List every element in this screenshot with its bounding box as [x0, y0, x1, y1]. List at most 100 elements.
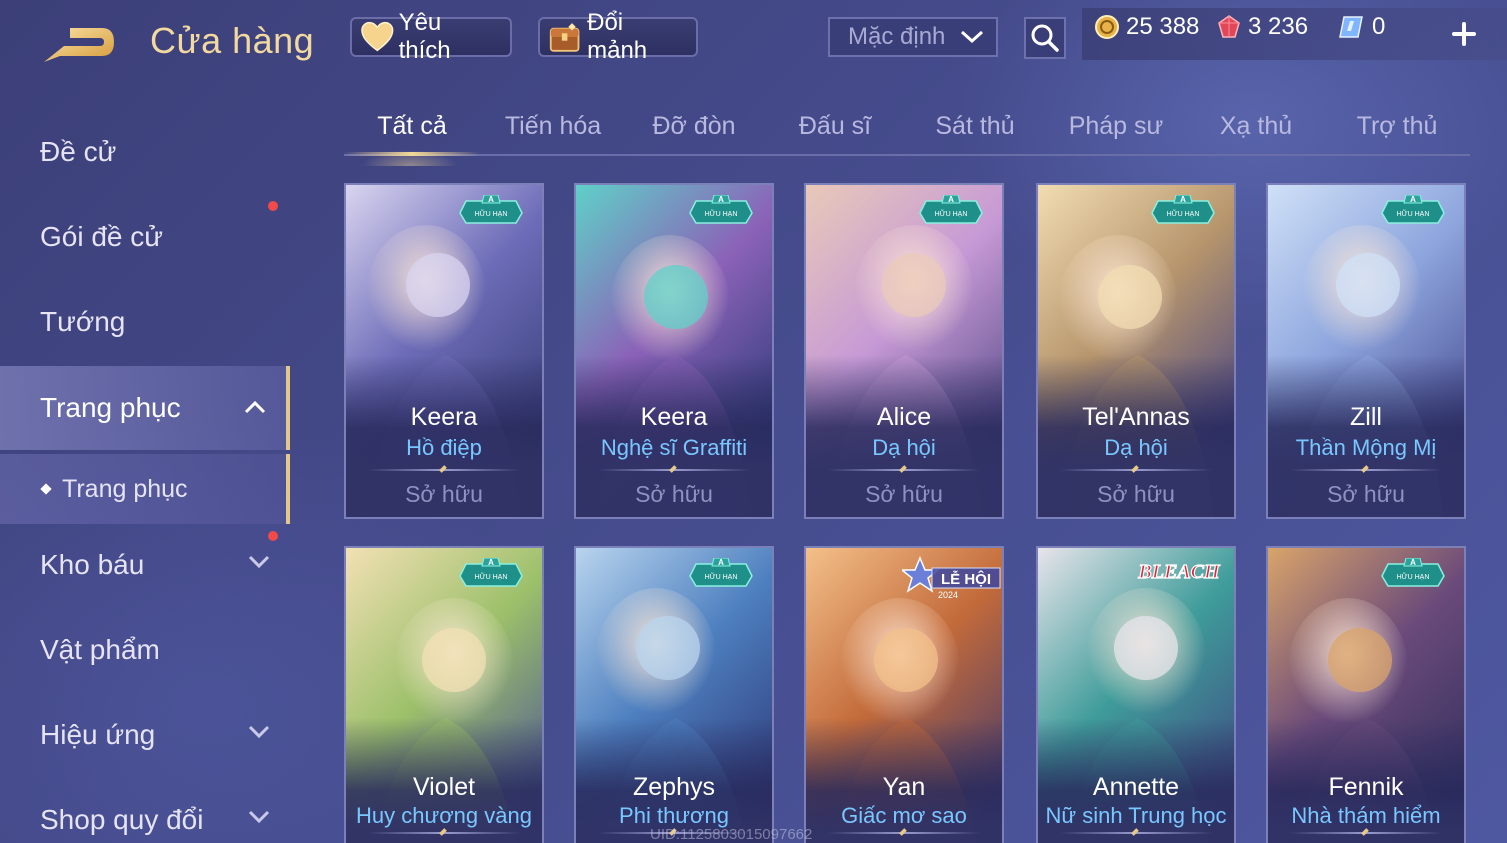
sidebar-item-label: Tướng: [40, 306, 126, 337]
sidebar-item-label: Kho báu: [40, 549, 145, 580]
limited-badge-text: HỮU HẠN: [1397, 209, 1430, 218]
sidebar-item-skins[interactable]: Trang phục: [0, 366, 290, 450]
hero-name: Fennik: [1328, 773, 1404, 801]
limited-badge-grade: A: [1410, 558, 1416, 567]
add-currency-button[interactable]: [1448, 18, 1480, 50]
uid-watermark: UID:1125803015097662: [650, 826, 813, 843]
top-bar: Cửa hàng Yêu thích Đổi mảnh Mặc định 25 …: [0, 0, 1507, 80]
tab-label: Tất cả: [377, 112, 447, 140]
tab-tank[interactable]: Đỡ đòn: [624, 112, 764, 141]
sidebar-subitem-skins[interactable]: Trang phục: [0, 454, 290, 524]
sidebar-item-exchange-shop[interactable]: Shop quy đổi: [0, 780, 290, 843]
skin-name: Dạ hội: [1104, 435, 1168, 460]
bleach-collab-icon: BLEACH: [1137, 560, 1222, 583]
limited-badge-grade: A: [1180, 195, 1186, 204]
chevron-down-icon: [248, 725, 270, 739]
skin-grid: A HỮU HẠN Keera Hồ điệp Sở hữu A HỮU HẠN…: [344, 183, 1474, 843]
sidebar-item-recommended-packs[interactable]: Gói đề cử: [0, 197, 290, 277]
limited-badge-text: HỮU HẠN: [475, 572, 508, 581]
exchange-label: Đổi mảnh: [587, 9, 648, 64]
skin-card[interactable]: A HỮU HẠN Tel'Annas Dạ hội Sở hữu: [1036, 183, 1236, 519]
limited-badge-icon: A HỮU HẠN: [919, 195, 983, 224]
tab-mage[interactable]: Pháp sư: [1046, 112, 1186, 141]
skin-card[interactable]: A HỮU HẠN Zephys Phi thương: [574, 546, 774, 843]
hero-name: Zill: [1350, 403, 1382, 431]
sidebar-item-label: Đề cử: [40, 136, 117, 167]
tab-label: Đỡ đòn: [652, 112, 736, 140]
skin-name: Nghệ sĩ Graffiti: [600, 435, 748, 460]
limited-badge-text: HỮU HẠN: [1167, 209, 1200, 218]
search-button[interactable]: [1024, 17, 1066, 59]
tab-label: Đấu sĩ: [798, 112, 872, 140]
ownership-status: Sở hữu: [865, 481, 943, 507]
voucher-currency: 0: [1338, 13, 1385, 41]
skin-card[interactable]: A HỮU HẠN Fennik Nhà thám hiểm: [1266, 546, 1466, 843]
notification-dot: [268, 531, 278, 541]
limited-badge-text: HỮU HẠN: [475, 209, 508, 218]
limited-badge-grade: A: [948, 195, 954, 204]
page-title: Cửa hàng: [150, 20, 315, 61]
limited-badge-icon: A HỮU HẠN: [1151, 195, 1215, 224]
gold-currency: 25 388: [1094, 13, 1199, 41]
notification-dot: [268, 201, 278, 211]
limited-badge-grade: A: [718, 195, 724, 204]
sidebar-item-label: Gói đề cử: [40, 221, 164, 252]
tab-label: Pháp sư: [1068, 112, 1164, 140]
ownership-status: Sở hữu: [405, 481, 483, 507]
limited-badge-text: HỮU HẠN: [705, 572, 738, 581]
skin-card[interactable]: A HỮU HẠN Zill Thần Mộng Mị Sở hữu: [1266, 183, 1466, 519]
sidebar-item-recommended[interactable]: Đề cử: [0, 112, 290, 192]
limited-badge-icon: A HỮU HẠN: [1381, 195, 1445, 224]
favorite-label: Yêu thích: [398, 9, 451, 64]
skin-card[interactable]: A HỮU HẠN Keera Nghệ sĩ Graffiti Sở hữu: [574, 183, 774, 519]
ruby-amount: 3 236: [1248, 13, 1309, 40]
skin-card[interactable]: BLEACH Annette Nữ sinh Trung học: [1036, 546, 1236, 843]
back-arrow-icon: [44, 28, 114, 62]
hero-name: Tel'Annas: [1082, 403, 1190, 431]
tab-evolution[interactable]: Tiến hóa: [483, 112, 623, 141]
ownership-status: Sở hữu: [1097, 481, 1175, 507]
exchange-fragments-button[interactable]: Đổi mảnh: [538, 9, 698, 64]
tab-support[interactable]: Trợ thủ: [1327, 112, 1467, 141]
hero-name: Alice: [876, 403, 932, 431]
favorite-button[interactable]: Yêu thích: [350, 9, 512, 64]
festival-badge-text: LỄ HỘI: [941, 570, 991, 588]
gold-amount: 25 388: [1126, 13, 1200, 40]
bleach-logo-text: BLEACH: [1137, 561, 1221, 583]
tab-assassin[interactable]: Sát thủ: [905, 112, 1045, 141]
sidebar-item-label: Trang phục: [62, 474, 188, 503]
limited-badge-text: HỮU HẠN: [705, 209, 738, 218]
chevron-up-icon: [244, 400, 266, 414]
limited-badge-grade: A: [488, 195, 494, 204]
sidebar-item-treasure[interactable]: Kho báu: [0, 525, 290, 605]
skin-name: Dạ hội: [872, 435, 936, 460]
tab-label: Trợ thủ: [1356, 112, 1438, 140]
skin-name: Thần Mộng Mị: [1295, 435, 1437, 460]
skin-card[interactable]: A HỮU HẠN Alice Dạ hội Sở hữu: [804, 183, 1004, 519]
limited-badge-grade: A: [1410, 195, 1416, 204]
chevron-down-icon: [960, 30, 984, 44]
limited-badge-icon: A HỮU HẠN: [689, 558, 753, 587]
back-button[interactable]: [40, 22, 120, 66]
skin-card[interactable]: A HỮU HẠN Violet Huy chương vàng: [344, 546, 544, 843]
skin-card[interactable]: A HỮU HẠN Keera Hồ điệp Sở hữu: [344, 183, 544, 519]
tab-label: Sát thủ: [935, 112, 1015, 140]
tab-fighter[interactable]: Đấu sĩ: [765, 112, 905, 141]
sort-dropdown[interactable]: Mặc định: [828, 17, 998, 57]
tab-all[interactable]: Tất cả: [342, 112, 482, 166]
category-tabs: Tất cả Tiến hóa Đỡ đòn Đấu sĩ Sát thủ Ph…: [342, 100, 1470, 166]
limited-badge-grade: A: [718, 558, 724, 567]
hero-name: Keera: [410, 403, 478, 431]
hero-name: Zephys: [633, 773, 715, 801]
skin-card[interactable]: LỄ HỘI 2024 Yan Giấc mơ sao: [804, 546, 1004, 843]
ownership-status: Sở hữu: [635, 481, 713, 507]
ownership-status: Sở hữu: [1327, 481, 1405, 507]
limited-badge-text: HỮU HẠN: [935, 209, 968, 218]
heart-icon: [361, 21, 394, 52]
sidebar-item-effects[interactable]: Hiệu ứng: [0, 695, 290, 775]
sidebar-item-items[interactable]: Vật phẩm: [0, 610, 290, 690]
sidebar-item-heroes[interactable]: Tướng: [0, 282, 290, 362]
skin-name: Huy chương vàng: [356, 803, 532, 828]
hero-name: Yan: [882, 773, 926, 801]
tab-marksman[interactable]: Xạ thủ: [1186, 112, 1326, 141]
